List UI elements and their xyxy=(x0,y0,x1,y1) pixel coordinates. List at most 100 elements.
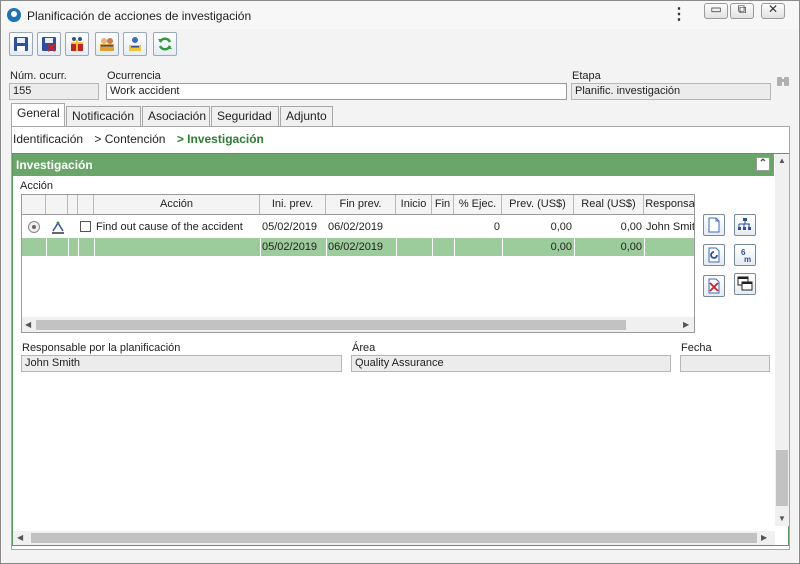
col-fin-prev[interactable]: Fin prev. xyxy=(326,195,396,215)
refresh-document-icon xyxy=(708,247,720,263)
refresh-icon xyxy=(158,37,172,51)
cell-inicio xyxy=(396,217,432,237)
app-icon xyxy=(7,8,21,22)
planning-responsible-label: Responsable por la planificación xyxy=(22,342,181,354)
section-horizontal-scrollbar[interactable]: ◀ ▶ xyxy=(13,531,775,545)
row-checkbox[interactable] xyxy=(80,221,91,232)
title-bar: Planificación de acciones de investigaci… xyxy=(1,1,799,29)
col-fin[interactable]: Fin xyxy=(432,195,454,215)
occurrence-field[interactable]: Work accident xyxy=(106,83,567,100)
total-fin-prev: 06/02/2019 xyxy=(328,241,384,253)
num-ocurr-field: 155 xyxy=(9,83,99,100)
cell-ini-prev: 05/02/2019 xyxy=(262,221,318,233)
edit-action-button[interactable] xyxy=(703,244,725,266)
col-accion[interactable]: Acción xyxy=(94,195,260,215)
save-icon xyxy=(14,37,28,51)
hierarchy-icon xyxy=(738,218,751,230)
minimize-button[interactable]: ▭ xyxy=(704,2,728,19)
calendar-6m-icon: 6m xyxy=(741,248,751,263)
cell-fin xyxy=(432,217,454,237)
user-document-button[interactable] xyxy=(123,32,147,56)
new-action-button[interactable] xyxy=(703,214,725,236)
row-radio-dot xyxy=(32,225,36,229)
col-icon xyxy=(46,195,68,215)
cell-real-usd: 0,00 xyxy=(620,221,642,233)
breadcrumb: Identificación > Contención > Investigac… xyxy=(13,132,264,146)
num-ocurr-label: Núm. ocurr. xyxy=(10,70,67,82)
breadcrumb-contencion[interactable]: Contención xyxy=(105,132,166,146)
col-responsable[interactable]: Responsa xyxy=(644,195,694,215)
minimize-icon: ▭ xyxy=(710,2,722,16)
svg-text:m: m xyxy=(744,255,751,263)
cell-accion: Find out cause of the accident xyxy=(96,221,243,233)
cell-fin-prev: 06/02/2019 xyxy=(328,221,384,233)
vertical-scroll-thumb[interactable] xyxy=(776,450,788,506)
col-check xyxy=(78,195,94,215)
scroll-down-icon[interactable]: ▼ xyxy=(778,514,786,523)
col-ini-prev[interactable]: Ini. prev. xyxy=(260,195,326,215)
col-blank xyxy=(68,195,78,215)
col-select xyxy=(22,195,46,215)
col-real-usd[interactable]: Real (US$) xyxy=(574,195,644,215)
occurrence-label: Ocurrencia xyxy=(107,70,161,82)
maximize-icon: ⧉ xyxy=(737,2,747,16)
area-label: Área xyxy=(352,342,376,354)
col-prev-usd[interactable]: Prev. (US$) xyxy=(502,195,574,215)
cell-prev-usd: 0,00 xyxy=(550,221,572,233)
row-radio[interactable] xyxy=(28,221,40,233)
breadcrumb-identificacion[interactable]: Identificación xyxy=(13,132,83,146)
scroll-left-icon[interactable]: ◀ xyxy=(17,533,23,542)
section-hscroll-thumb[interactable] xyxy=(31,533,757,543)
tab-seguridad[interactable]: Seguridad xyxy=(211,106,279,126)
area-field: Quality Assurance xyxy=(351,355,671,372)
grid-scroll-right-icon[interactable]: ▶ xyxy=(683,320,689,329)
breadcrumb-separator-active: > xyxy=(176,132,184,146)
breadcrumb-investigacion[interactable]: Investigación xyxy=(187,132,264,146)
total-ini-prev: 05/02/2019 xyxy=(262,241,318,253)
wbs-button[interactable] xyxy=(734,214,756,236)
total-prev-usd: 0,00 xyxy=(550,241,572,253)
tab-notificacion[interactable]: Notificación xyxy=(66,106,141,126)
gift-button[interactable] xyxy=(65,32,89,56)
save-button[interactable] xyxy=(9,32,33,56)
calendar-button[interactable]: 6m xyxy=(734,244,756,266)
cell-pct-ejec: 0 xyxy=(493,221,500,233)
planning-responsible-field: John Smith xyxy=(21,355,342,372)
binoculars-icon[interactable] xyxy=(776,74,790,88)
users-button[interactable] xyxy=(95,32,119,56)
maximize-button[interactable]: ⧉ xyxy=(730,2,754,19)
grid-scroll-left-icon[interactable]: ◀ xyxy=(25,320,31,329)
window: Planificación de acciones de investigaci… xyxy=(0,0,800,564)
actions-grid: Acción Ini. prev. Fin prev. Inicio Fin %… xyxy=(21,194,695,333)
tab-adjunto[interactable]: Adjunto xyxy=(280,106,333,126)
scroll-right-icon[interactable]: ▶ xyxy=(761,533,767,542)
date-field xyxy=(680,355,770,372)
tab-asociacion[interactable]: Asociación xyxy=(142,106,210,126)
save-close-icon xyxy=(42,37,56,52)
collapse-icon[interactable]: ⌃ xyxy=(756,157,770,171)
actions-label: Acción xyxy=(20,180,54,192)
grid-hscroll-thumb[interactable] xyxy=(36,320,626,330)
tab-general[interactable]: General xyxy=(11,103,65,126)
new-document-icon xyxy=(708,217,720,233)
vertical-scrollbar[interactable]: ▲ ▼ xyxy=(775,154,789,526)
delete-action-button[interactable] xyxy=(703,275,725,297)
windows-button[interactable] xyxy=(734,273,756,295)
user-document-icon xyxy=(129,37,141,51)
col-pct-ejec[interactable]: % Ejec. xyxy=(454,195,502,215)
users-icon xyxy=(100,38,114,51)
window-title: Planificación de acciones de investigaci… xyxy=(27,9,252,23)
close-icon: ✕ xyxy=(767,2,779,16)
refresh-button[interactable] xyxy=(153,32,177,56)
stage-field: Planific. investigación xyxy=(571,83,771,100)
grid-horizontal-scrollbar[interactable]: ◀ ▶ xyxy=(22,317,694,332)
save-close-button[interactable] xyxy=(37,32,61,56)
col-inicio[interactable]: Inicio xyxy=(396,195,432,215)
close-button[interactable]: ✕ xyxy=(761,2,785,19)
totals-row: 05/02/2019 06/02/2019 0,00 0,00 xyxy=(22,238,694,256)
cell-responsable: John Smith xyxy=(646,221,695,233)
date-label: Fecha xyxy=(681,342,712,354)
scroll-up-icon[interactable]: ▲ xyxy=(778,156,786,165)
more-options-icon[interactable]: ⋮ xyxy=(671,6,687,24)
breadcrumb-separator: > xyxy=(94,132,102,146)
